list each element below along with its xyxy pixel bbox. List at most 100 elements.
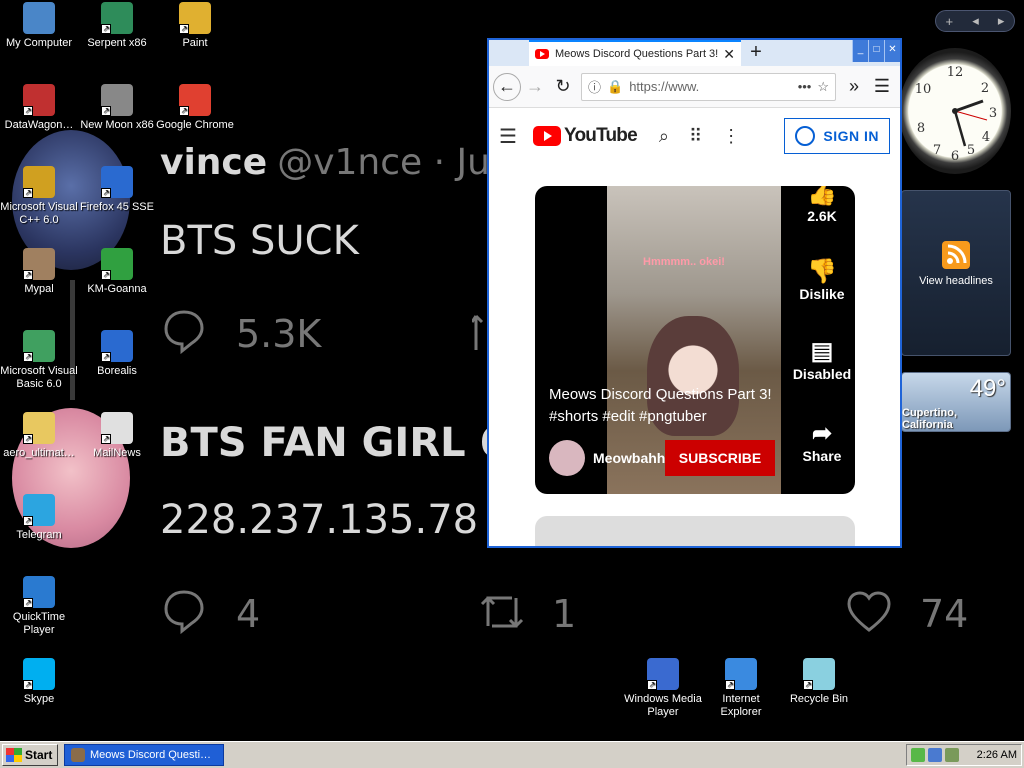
app-menu-button[interactable]: ☰ [868,73,896,101]
share-action[interactable]: ➦ Share [791,420,853,464]
short-video-card[interactable]: Hmmmm.. okei! Meows Discord Questions Pa… [535,186,855,494]
desktop-icon[interactable]: ↗ Serpent x86 [78,2,156,50]
network-icon[interactable] [928,748,942,762]
more-vert-icon[interactable]: ⋮ [722,126,740,147]
info-icon[interactable]: ⓘ [588,77,601,96]
desktop-icon[interactable]: ↗ Microsoft Visual Basic 6.0 [0,330,78,391]
desktop-icon[interactable]: ↗ Paint [156,2,234,50]
tab-close-icon[interactable]: ✕ [723,46,735,63]
hamburger-menu-icon[interactable]: ☰ [499,124,533,149]
tray-clock[interactable]: 2:26 AM [977,749,1017,761]
like-action[interactable]: 👍 2.6K [791,186,853,224]
shortcut-arrow-icon: ↗ [101,352,111,362]
subscribe-button[interactable]: SUBSCRIBE [665,440,775,476]
add-gadget-button[interactable]: + [946,14,954,29]
close-window-button[interactable]: ✕ [884,40,900,62]
desktop-icon-label: Internet Explorer [720,693,762,718]
desktop-icon[interactable]: My Computer [0,2,78,50]
next-gadget-button[interactable]: ▸ [998,13,1005,29]
page-actions-button[interactable]: ••• [798,79,812,94]
desktop-icon[interactable]: ↗ Internet Explorer [702,658,780,719]
desktop-icon[interactable]: ↗ QuickTime Player [0,576,78,637]
url-text[interactable]: https://www. [629,79,791,94]
minimize-button[interactable]: _ [852,40,868,62]
desktop-icon[interactable]: ↗ Mypal [0,248,78,296]
desktop-icon-label: My Computer [5,37,73,49]
desktop-icon[interactable]: ↗ Recycle Bin [780,658,858,706]
channel-avatar[interactable] [549,440,585,476]
volume-icon[interactable] [945,748,959,762]
shortcut-arrow-icon: ↗ [23,352,33,362]
sign-in-button[interactable]: SIGN IN [784,118,890,154]
view-headlines-label[interactable]: View headlines [902,275,1010,287]
channel-name[interactable]: Meowbahh [593,450,665,466]
url-bar[interactable]: ⓘ 🔒 https://www. ••• ☆ [581,72,836,101]
shortcut-arrow-icon: ↗ [23,270,33,280]
wallpaper-reply-text: 228.237.135.78 [160,497,479,543]
svg-text:7: 7 [933,143,941,158]
taskbar: Start Meows Discord Questi… 2:26 AM [0,741,1024,768]
new-tab-button[interactable]: + [741,40,771,66]
tab-meows-discord[interactable]: Meows Discord Questions Part 3! ✕ [529,40,741,66]
mail-icon: ↗ [101,412,133,444]
desktop-icon[interactable]: ↗ Skype [0,658,78,706]
desktop-icon[interactable]: ↗ Telegram [0,494,78,542]
computer-icon [23,2,55,34]
forward-button[interactable]: → [521,73,549,101]
desktop-icon-label: New Moon x86 [80,119,154,131]
shortcut-arrow-icon: ↗ [101,188,111,198]
desktop-icon[interactable]: ↗ Windows Media Player [624,658,702,719]
prev-gadget-button[interactable]: ◂ [972,13,979,29]
desktop-icon-label: Skype [23,693,55,705]
wallpaper-like-icon [847,591,891,632]
svg-text:12: 12 [947,65,964,80]
taskbar-item-browser[interactable]: Meows Discord Questi… [64,744,224,766]
sign-in-label: SIGN IN [823,128,879,144]
overflow-button[interactable]: » [840,73,868,101]
maximize-button[interactable]: □ [868,40,884,62]
desktop-icon[interactable]: ↗ DataWagon… [0,84,78,132]
browser-window[interactable]: Meows Discord Questions Part 3! ✕ + _ □ … [487,38,902,548]
desktop-icon-label: DataWagon… [4,119,74,131]
desktop-icon[interactable]: ↗ Firefox 45 SSE [78,166,156,214]
video-overlay-text: Hmmmm.. okei! [643,256,725,268]
tray-status-icon[interactable] [911,748,925,762]
quicktime-icon: ↗ [23,576,55,608]
telegram-icon: ↗ [23,494,55,526]
desktop-icon[interactable]: ↗ Microsoft Visual C++ 6.0 [0,166,78,227]
search-icon[interactable]: ⌕ [659,126,669,147]
back-button[interactable]: ← [493,72,521,101]
clock-gadget[interactable]: 12 2 3 456 7 8 10 [899,48,1011,174]
share-label: Share [802,448,842,464]
dislike-label: Dislike [799,286,845,302]
comments-action[interactable]: ▤ Disabled [791,338,853,382]
wallpaper-reply-count-1: 5.3K [236,312,322,356]
svg-text:6: 6 [951,149,959,164]
weather-gadget[interactable]: 49° Cupertino, California [901,372,1011,432]
desktop-icon[interactable]: ↗ Borealis [78,330,156,378]
window-controls: _ □ ✕ [852,40,900,62]
reload-button[interactable]: ↻ [549,73,577,101]
shortcut-arrow-icon: ↗ [725,680,735,690]
svg-text:10: 10 [915,82,932,97]
desktop-icon[interactable]: ↗ KM-Goanna [78,248,156,296]
desktop-icon[interactable]: ↗ MailNews [78,412,156,460]
bookmark-star-icon[interactable]: ☆ [817,79,829,95]
youtube-logo[interactable]: YouTube [533,125,638,147]
svg-text:3: 3 [989,106,997,121]
next-short-card[interactable] [535,516,855,546]
dislike-action[interactable]: 👎 Dislike [791,258,853,302]
desktop-icon[interactable]: ↗ New Moon x86 [78,84,156,132]
dislike-icon: 👎 [807,258,837,285]
feed-headlines-gadget[interactable]: View headlines [901,190,1011,356]
channel-link[interactable]: Meowbahh [549,440,665,476]
desktop-icon[interactable]: ↗ aero_ultimat… [0,412,78,460]
mypal-icon: ↗ [23,248,55,280]
sidebar-controls[interactable]: + ◂ ▸ [935,10,1015,32]
short-title[interactable]: Meows Discord Questions Part 3! #shorts … [549,384,779,428]
desktop-icon[interactable]: ↗ Google Chrome [156,84,234,132]
media-player-icon: ↗ [647,658,679,690]
browser-app-icon [71,748,85,762]
start-button[interactable]: Start [2,744,58,766]
apps-grid-icon[interactable]: ⠿ [689,126,702,147]
